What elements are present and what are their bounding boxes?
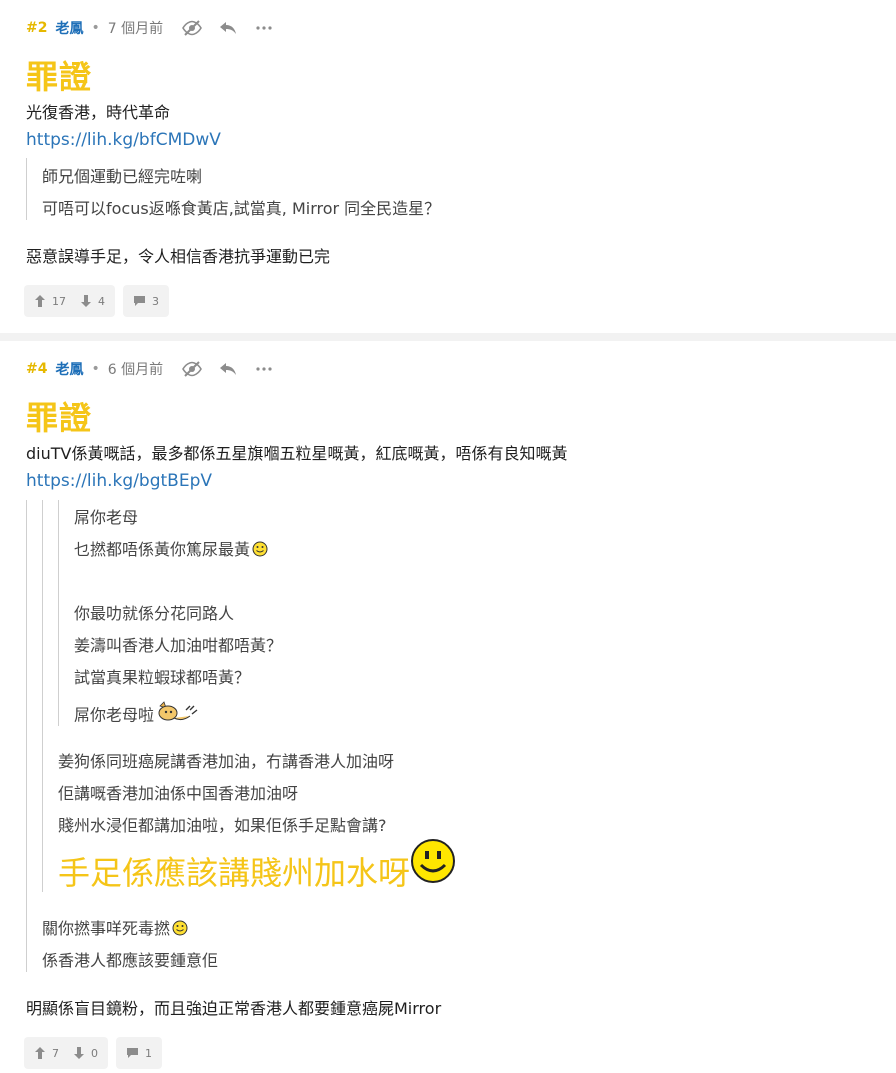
body-line: diuTV係黃嘅話，最多都係五星旗嗰五粒星嘅黃，紅底嘅黃，唔係有良知嘅黃 [26, 444, 568, 463]
eye-slash-icon[interactable] [181, 358, 203, 380]
comment-text: 惡意誤導手足，令人相信香港抗爭運動已完 [26, 247, 331, 266]
quote-line: 姜濤叫香港人加油咁都唔黃？ [74, 636, 283, 655]
upvote-button[interactable]: 7 [34, 1047, 59, 1060]
big-yellow-quote: 手足係應該講賤州加水呀 [58, 854, 411, 892]
reply-icon[interactable] [217, 358, 239, 380]
quote-line: 係香港人都應該要鍾意佢 [42, 951, 219, 970]
floor-number: #2 [26, 20, 48, 36]
author-name[interactable]: 老鳳 [55, 359, 83, 379]
post-meta: #2 老鳳 • 7 個月前 [26, 14, 289, 42]
downvote-count: 0 [91, 1046, 98, 1060]
post-title: 罪證 [26, 399, 93, 437]
reply-count-button[interactable]: 3 [123, 285, 169, 317]
body-line: 光復香港，時代革命 [26, 103, 171, 122]
quote-line: 佢講嘅香港加油係中国香港加油呀 [58, 784, 299, 803]
downvote-button[interactable]: 4 [80, 295, 105, 308]
comment-icon [133, 295, 146, 307]
upvote-count: 7 [52, 1046, 59, 1060]
more-icon[interactable] [253, 358, 275, 380]
vote-group: 17 4 [24, 285, 115, 317]
separator-dot: • [91, 361, 100, 377]
post-time: 6 個月前 [107, 362, 164, 378]
thumb-down-icon [80, 295, 92, 307]
post-time: 7 個月前 [107, 21, 164, 37]
post-link[interactable]: https://lih.kg/bgtBEpV [26, 471, 212, 491]
quote-line: 師兄個運動已經完咗喇 [42, 167, 203, 186]
separator-dot: • [91, 20, 100, 36]
reply-count-button[interactable]: 1 [116, 1037, 162, 1069]
vote-group: 7 0 [24, 1037, 108, 1069]
big-smiley-icon [410, 838, 456, 888]
quote-bar [26, 158, 27, 220]
post-separator [0, 333, 896, 341]
comment-text: 明顯係盲目鏡粉，而且強迫正常香港人都要鍾意癌屍Mirror [26, 999, 442, 1018]
quote-line: 乜撚都唔係黃你篤尿最黃 [74, 536, 268, 561]
quote-line: 你最叻就係分花同路人 [74, 604, 235, 623]
smiley-emoji-icon [252, 541, 268, 561]
downvote-button[interactable]: 0 [73, 1047, 98, 1060]
post-meta: #4 老鳳 • 6 個月前 [26, 355, 289, 383]
upvote-button[interactable]: 17 [34, 295, 66, 308]
post-actions: 7 0 1 [24, 1037, 162, 1069]
post-title: 罪證 [26, 58, 93, 96]
more-icon[interactable] [253, 17, 275, 39]
thumb-up-icon [34, 295, 46, 307]
floor-number: #4 [26, 361, 48, 377]
dog-emoji-icon [156, 700, 200, 732]
quote-line: 試當真果粒蝦球都唔黃？ [74, 668, 251, 687]
author-name[interactable]: 老鳳 [55, 18, 83, 38]
smiley-emoji-icon [172, 920, 188, 940]
reply-count: 3 [152, 294, 159, 308]
post-link[interactable]: https://lih.kg/bfCMDwV [26, 130, 221, 150]
comment-icon [126, 1047, 139, 1059]
quote-line: 可唔可以focus返喺食黃店,試當真, Mirror 同全民造星？ [42, 199, 441, 218]
quote-line: 姜狗係同班癌屍講香港加油，冇講香港人加油呀 [58, 752, 395, 771]
quote-bar-level2 [42, 500, 43, 892]
eye-slash-icon[interactable] [181, 17, 203, 39]
thumb-up-icon [34, 1047, 46, 1059]
downvote-count: 4 [98, 294, 105, 308]
quote-bar-level3 [58, 500, 59, 726]
quote-line: 賤州水浸佢都講加油啦，如果佢係手足點會講? [58, 816, 387, 835]
thumb-down-icon [73, 1047, 85, 1059]
post-actions: 17 4 3 [24, 285, 169, 317]
quote-line: 屌你老母啦 [74, 700, 200, 732]
post-floor-2: #2 老鳳 • 7 個月前 罪證 光復香港，時代革命 https://lih.k… [0, 0, 896, 333]
reply-icon[interactable] [217, 17, 239, 39]
upvote-count: 17 [52, 294, 66, 308]
quote-line: 關你撚事咩死毒撚 [42, 915, 188, 940]
quote-line: 屌你老母 [74, 508, 139, 527]
reply-count: 1 [145, 1046, 152, 1060]
quote-bar-level1 [26, 500, 27, 972]
